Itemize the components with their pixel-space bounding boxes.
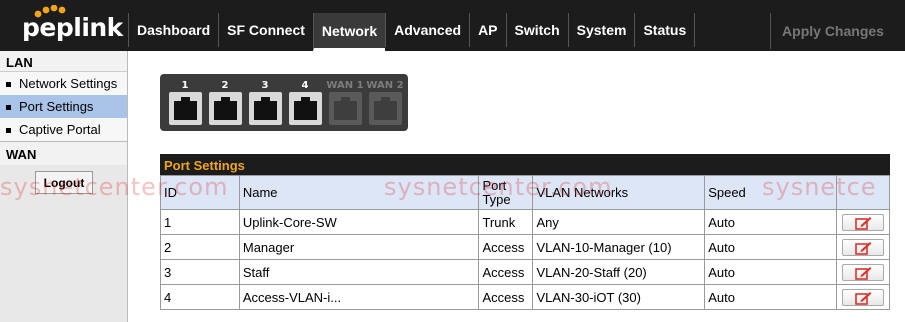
- col-header-name: Name: [238, 175, 480, 210]
- col-header-actions: [835, 175, 891, 210]
- port-settings-panel: Port Settings ID Name Port Type VLAN Net…: [160, 154, 891, 310]
- cell-id: 3: [160, 259, 240, 285]
- port-label: 1: [181, 80, 189, 91]
- cell-port-type: Trunk: [478, 209, 534, 235]
- edit-button[interactable]: [841, 288, 884, 306]
- table-row: 3 Staff Access VLAN-20-Staff (20) Auto: [160, 259, 891, 285]
- logout-button[interactable]: Logout: [35, 171, 93, 194]
- ethernet-port-icon: [369, 92, 402, 125]
- ethernet-port-icon: [209, 92, 242, 125]
- top-bar: peplink Dashboard SF Connect Network Adv…: [0, 0, 905, 51]
- logo-text: peplink: [22, 13, 123, 42]
- ethernet-port-icon: [249, 92, 282, 125]
- col-header-vlan: VLAN Networks: [532, 175, 706, 210]
- edit-button[interactable]: [841, 238, 884, 256]
- cell-port-type: Access: [478, 284, 534, 310]
- main-nav: Dashboard SF Connect Network Advanced AP…: [128, 13, 696, 51]
- sidebar-item-captive-portal[interactable]: Captive Portal: [0, 118, 127, 141]
- port-3[interactable]: 3: [246, 77, 284, 127]
- port-label: WAN 2: [366, 80, 404, 91]
- nav-system[interactable]: System: [567, 13, 635, 47]
- cell-id: 2: [160, 234, 240, 260]
- edit-button[interactable]: [841, 263, 884, 281]
- cell-speed: Auto: [704, 259, 837, 285]
- cell-actions: [835, 259, 891, 285]
- panel-title: Port Settings: [160, 154, 890, 175]
- port-wan-1[interactable]: WAN 1: [326, 77, 364, 127]
- peplink-logo[interactable]: peplink: [0, 0, 128, 51]
- table-row: 4 Access-VLAN-i... Access VLAN-30-iOT (3…: [160, 284, 891, 310]
- sidebar-item-port-settings[interactable]: Port Settings: [0, 95, 127, 118]
- cell-speed: Auto: [704, 234, 837, 260]
- nav-ap[interactable]: AP: [469, 13, 506, 47]
- port-label: 2: [221, 80, 229, 91]
- edit-icon: [855, 216, 872, 230]
- port-wan-2[interactable]: WAN 2: [366, 77, 404, 127]
- nav-status[interactable]: Status: [634, 13, 696, 47]
- nav-sf-connect[interactable]: SF Connect: [218, 13, 313, 47]
- edit-icon: [855, 241, 872, 255]
- table-header-row: ID Name Port Type VLAN Networks Speed: [160, 175, 891, 210]
- cell-vlan: VLAN-10-Manager (10): [532, 234, 706, 260]
- cell-name: Uplink-Core-SW: [238, 209, 480, 235]
- cell-name: Manager: [238, 234, 480, 260]
- cell-vlan: Any: [532, 209, 706, 235]
- cell-speed: Auto: [704, 209, 837, 235]
- cell-actions: [835, 284, 891, 310]
- ethernet-port-icon: [329, 92, 362, 125]
- port-label: WAN 1: [326, 80, 364, 91]
- port-label: 3: [261, 80, 269, 91]
- nav-dashboard[interactable]: Dashboard: [128, 13, 219, 47]
- cell-speed: Auto: [704, 284, 837, 310]
- cell-vlan: VLAN-20-Staff (20): [532, 259, 706, 285]
- sidebar-item-network-settings[interactable]: Network Settings: [0, 72, 127, 95]
- sidebar: LAN Network Settings Port Settings Capti…: [0, 51, 128, 322]
- port-1[interactable]: 1: [166, 77, 204, 127]
- port-4[interactable]: 4: [286, 77, 324, 127]
- ethernet-port-icon: [169, 92, 202, 125]
- cell-port-type: Access: [478, 234, 534, 260]
- nav-switch[interactable]: Switch: [505, 13, 568, 47]
- cell-port-type: Access: [478, 259, 534, 285]
- sidebar-heading-wan[interactable]: WAN: [0, 141, 127, 165]
- col-header-speed: Speed: [704, 175, 837, 210]
- apply-changes-button[interactable]: Apply Changes: [770, 13, 895, 49]
- port-settings-table: ID Name Port Type VLAN Networks Speed 1 …: [160, 175, 891, 310]
- port-2[interactable]: 2: [206, 77, 244, 127]
- cell-vlan: VLAN-30-iOT (30): [532, 284, 706, 310]
- edit-icon: [855, 266, 872, 280]
- edit-button[interactable]: [841, 213, 884, 231]
- nav-advanced[interactable]: Advanced: [385, 13, 470, 47]
- cell-actions: [835, 209, 891, 235]
- cell-id: 1: [160, 209, 240, 235]
- ethernet-port-icon: [289, 92, 322, 125]
- col-header-id: ID: [160, 175, 240, 210]
- cell-name: Staff: [238, 259, 480, 285]
- sidebar-heading-lan: LAN: [0, 51, 127, 72]
- table-row: 2 Manager Access VLAN-10-Manager (10) Au…: [160, 234, 891, 260]
- cell-name: Access-VLAN-i...: [238, 284, 480, 310]
- port-label: 4: [301, 80, 309, 91]
- port-diagram: 1 2 3 4 WAN 1 WAN 2: [160, 74, 408, 131]
- cell-id: 4: [160, 284, 240, 310]
- cell-actions: [835, 234, 891, 260]
- table-row: 1 Uplink-Core-SW Trunk Any Auto: [160, 209, 891, 235]
- nav-network[interactable]: Network: [312, 13, 386, 51]
- logout-area: Logout: [0, 165, 127, 205]
- edit-icon: [855, 291, 872, 305]
- col-header-port-type: Port Type: [478, 175, 534, 210]
